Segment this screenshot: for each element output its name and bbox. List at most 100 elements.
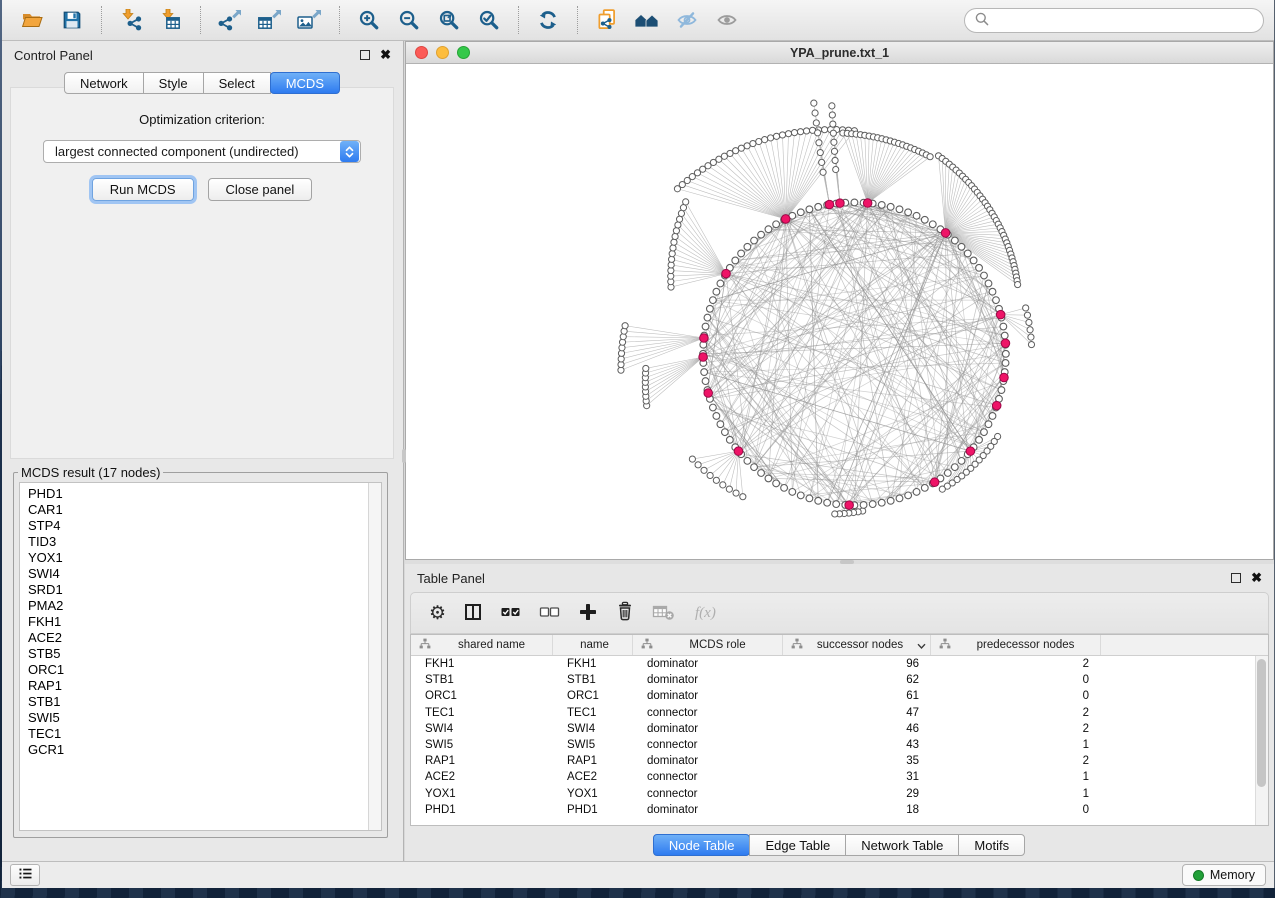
tab-network[interactable]: Network [64, 72, 144, 94]
table-row[interactable]: YOX1YOX1connector291 [411, 786, 1268, 802]
criterion-dropdown[interactable]: largest connected component (undirected) [43, 140, 361, 163]
result-list-item[interactable]: STB5 [28, 646, 367, 662]
result-list-item[interactable]: ORC1 [28, 662, 367, 678]
mcds-hub-node[interactable] [966, 447, 975, 456]
deselect-all-button[interactable] [539, 598, 561, 628]
table-options-button[interactable]: ⚙ [429, 598, 446, 628]
result-list-item[interactable]: RAP1 [28, 678, 367, 694]
mcds-hub-node[interactable] [699, 353, 708, 362]
column-type-icon [791, 638, 803, 653]
mcds-hub-node[interactable] [863, 199, 872, 208]
export-image-button[interactable] [290, 3, 330, 37]
tab-edge-table[interactable]: Edge Table [749, 834, 846, 856]
table-cell: 31 [783, 771, 931, 783]
table-row[interactable]: RAP1RAP1dominator352 [411, 753, 1268, 769]
vertical-splitter-grip[interactable] [402, 449, 406, 463]
show-columns-button[interactable] [463, 598, 483, 628]
result-list-item[interactable]: TEC1 [28, 726, 367, 742]
table-row[interactable]: TEC1TEC1connector472 [411, 705, 1268, 721]
result-list-item[interactable]: PHD1 [28, 486, 367, 502]
add-column-button[interactable] [578, 598, 598, 628]
import-network-button[interactable] [111, 3, 151, 37]
result-list-item[interactable]: STB1 [28, 694, 367, 710]
table-cell: ACE2 [553, 771, 633, 783]
zoom-out-button[interactable] [389, 3, 429, 37]
mcds-result-list[interactable]: PHD1CAR1STP4TID3YOX1SWI4SRD1PMA2FKH1ACE2… [19, 482, 382, 831]
mcds-hub-node[interactable] [781, 215, 790, 224]
hide-selected-button[interactable] [667, 3, 707, 37]
result-list-item[interactable]: YOX1 [28, 550, 367, 566]
mcds-hub-node[interactable] [992, 401, 1001, 410]
result-list-item[interactable]: ACE2 [28, 630, 367, 646]
result-list-item[interactable]: STP4 [28, 518, 367, 534]
save-session-button[interactable] [52, 3, 92, 37]
table-row[interactable]: SWI5SWI5connector431 [411, 737, 1268, 753]
zoom-fit-button[interactable] [429, 3, 469, 37]
table-row[interactable]: SWI4SWI4dominator462 [411, 721, 1268, 737]
zoom-selected-button[interactable] [469, 3, 509, 37]
float-panel-icon[interactable] [360, 50, 370, 60]
mcds-hub-node[interactable] [1000, 373, 1009, 382]
close-panel-icon[interactable]: ✖ [380, 50, 391, 60]
tab-mcds[interactable]: MCDS [270, 72, 340, 94]
result-list-item[interactable]: PMA2 [28, 598, 367, 614]
clone-network-button[interactable] [587, 3, 627, 37]
first-neighbors-button[interactable] [627, 3, 667, 37]
export-network-button[interactable] [210, 3, 250, 37]
zoom-in-button[interactable] [349, 3, 389, 37]
search-box[interactable] [964, 8, 1264, 33]
table-row[interactable]: FKH1FKH1dominator962 [411, 656, 1268, 672]
export-table-button[interactable] [250, 3, 290, 37]
close-panel-button[interactable]: Close panel [208, 178, 313, 201]
mcds-hub-node[interactable] [845, 501, 854, 510]
import-table-button[interactable] [151, 3, 191, 37]
result-list-scrollbar[interactable] [368, 483, 381, 830]
tab-style[interactable]: Style [143, 72, 204, 94]
mcds-hub-node[interactable] [700, 334, 709, 343]
panel-list-button[interactable] [10, 864, 40, 886]
tab-node-table[interactable]: Node Table [653, 834, 751, 856]
open-file-button[interactable] [12, 3, 52, 37]
result-list-item[interactable]: FKH1 [28, 614, 367, 630]
mcds-hub-node[interactable] [930, 478, 939, 487]
memory-button[interactable]: Memory [1182, 864, 1266, 886]
mcds-hub-node[interactable] [941, 229, 950, 238]
result-list-item[interactable]: SWI4 [28, 566, 367, 582]
run-mcds-button[interactable]: Run MCDS [92, 178, 194, 201]
show-all-button[interactable] [707, 3, 747, 37]
delete-column-button[interactable] [615, 598, 635, 628]
table-row[interactable]: STB1STB1dominator620 [411, 672, 1268, 688]
tab-select[interactable]: Select [203, 72, 271, 94]
search-input[interactable] [996, 13, 1254, 27]
column-header-MCDS-role[interactable]: MCDS role [633, 635, 783, 655]
result-list-item[interactable]: TID3 [28, 534, 367, 550]
table-scrollbar-thumb[interactable] [1257, 659, 1266, 787]
network-graph[interactable] [406, 64, 1273, 559]
close-table-panel-icon[interactable]: ✖ [1251, 573, 1262, 583]
mcds-hub-node[interactable] [836, 199, 845, 208]
result-list-item[interactable]: GCR1 [28, 742, 367, 758]
result-list-item[interactable]: CAR1 [28, 502, 367, 518]
network-canvas[interactable] [406, 64, 1273, 559]
column-header-successor-nodes[interactable]: successor nodes [783, 635, 931, 655]
result-list-item[interactable]: SWI5 [28, 710, 367, 726]
column-header-predecessor-nodes[interactable]: predecessor nodes [931, 635, 1101, 655]
apply-layout-button[interactable] [528, 3, 568, 37]
tab-network-table[interactable]: Network Table [845, 834, 959, 856]
select-all-button[interactable] [500, 598, 522, 628]
column-header-name[interactable]: name [553, 635, 633, 655]
column-header-shared-name[interactable]: shared name [411, 635, 553, 655]
float-table-panel-icon[interactable] [1231, 573, 1241, 583]
mcds-hub-node[interactable] [722, 269, 731, 278]
mcds-hub-node[interactable] [1001, 339, 1010, 348]
mcds-hub-node[interactable] [704, 389, 713, 398]
table-row[interactable]: PHD1PHD1dominator180 [411, 802, 1268, 818]
mcds-hub-node[interactable] [825, 200, 834, 209]
tab-motifs[interactable]: Motifs [958, 834, 1025, 856]
table-row[interactable]: ACE2ACE2connector311 [411, 769, 1268, 785]
mcds-hub-node[interactable] [996, 310, 1005, 319]
table-row[interactable]: ORC1ORC1dominator610 [411, 688, 1268, 704]
result-list-item[interactable]: SRD1 [28, 582, 367, 598]
mcds-hub-node[interactable] [734, 447, 743, 456]
table-scrollbar[interactable] [1255, 656, 1268, 825]
